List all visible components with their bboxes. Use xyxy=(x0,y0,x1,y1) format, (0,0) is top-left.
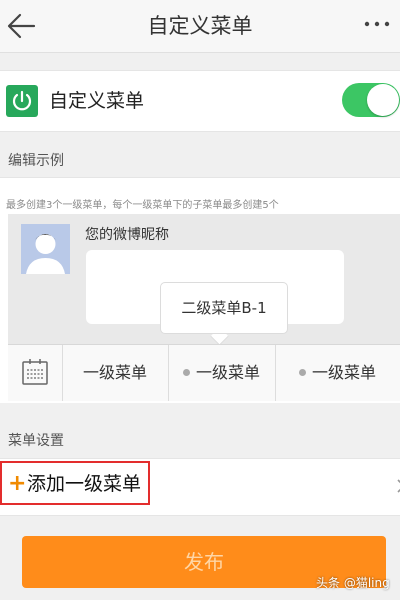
watermark: 头条 @猫ling xyxy=(316,576,390,590)
preview-menu-item: 一级菜单 xyxy=(168,345,276,401)
preview-menu-item: 一级菜单 xyxy=(62,345,169,401)
switch-knob xyxy=(367,84,399,116)
menu-item-label: 一级菜单 xyxy=(82,363,147,382)
menu-item-label: 一级菜单 xyxy=(311,363,376,382)
menu-item-label: 一级菜单 xyxy=(195,363,260,382)
toggle-label: 自定义菜单 xyxy=(49,90,145,112)
chevron-right-icon[interactable] xyxy=(396,478,400,493)
settings-section-label: 菜单设置 xyxy=(8,433,64,449)
power-icon xyxy=(6,85,38,117)
keyboard-icon xyxy=(8,345,63,401)
weibo-nickname: 您的微博昵称 xyxy=(85,227,169,243)
avatar xyxy=(21,224,70,274)
dot-icon xyxy=(298,369,306,376)
preview-menu-bar: 一级菜单 一级菜单 一级菜单 xyxy=(8,344,400,401)
custom-menu-toggle-row: 自定义菜单 xyxy=(0,70,400,132)
submenu-popup: 二级菜单B-1 xyxy=(160,282,288,334)
add-primary-menu-button[interactable]: 添加一级菜单 xyxy=(27,470,141,498)
menu-limit-note: 最多创建3个一级菜单，每个一级菜单下的子菜单最多创建5个 xyxy=(6,200,279,211)
more-icon[interactable] xyxy=(362,14,392,34)
page-title: 自定义菜单 xyxy=(147,14,253,38)
plus-icon[interactable]: + xyxy=(8,472,26,496)
custom-menu-switch[interactable] xyxy=(342,83,400,117)
dot-icon xyxy=(182,369,190,376)
preview-menu-item: 一级菜单 xyxy=(275,345,400,401)
example-section-label: 编辑示例 xyxy=(8,153,64,169)
